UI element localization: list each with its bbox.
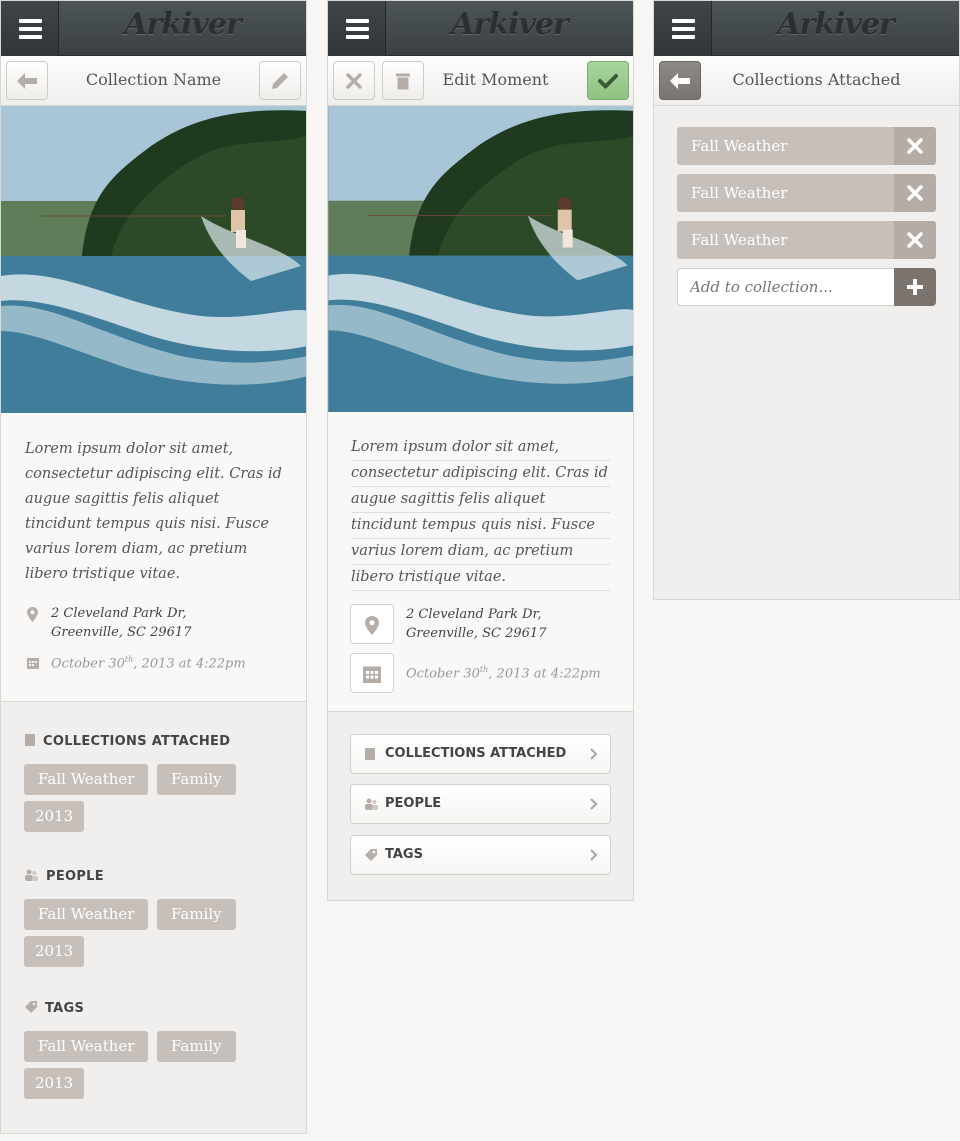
moment-photo [328, 106, 633, 412]
app-logo: Arkiver [124, 7, 242, 42]
add-collection-button[interactable] [894, 268, 936, 306]
date-time: , 2013 at 4:22pm [133, 656, 246, 672]
bookmark-icon [25, 734, 35, 746]
chip-family[interactable]: Family [157, 764, 236, 795]
calendar-icon [363, 666, 381, 683]
location-pin-icon [27, 607, 38, 622]
collections-attached-button[interactable]: COLLECTIONS ATTACHED [350, 734, 611, 774]
people-title: PEOPLE [25, 869, 104, 884]
app-bar: Arkiver [328, 1, 633, 56]
remove-collection-button[interactable] [894, 174, 936, 212]
tags-button[interactable]: TAGS [350, 835, 611, 875]
view-moment-panel: Arkiver Collection Name Lorem ipsum dolo… [0, 0, 307, 1134]
header: Collection Name [1, 56, 306, 106]
collection-item-label: Fall Weather [691, 231, 788, 249]
save-button[interactable] [587, 61, 629, 100]
location: 2 Cleveland Park Dr, Greenville, SC 2961… [25, 604, 285, 642]
description-line: augue sagittis felis aliquet [351, 487, 610, 513]
address-line1: 2 Cleveland Park Dr, [406, 607, 542, 622]
remove-collection-button[interactable] [894, 221, 936, 259]
tag-icon [25, 1001, 37, 1013]
menu-button[interactable] [1, 1, 59, 56]
address-line1: 2 Cleveland Park Dr, [51, 606, 187, 621]
date-time: , 2013 at 4:22pm [488, 666, 601, 682]
add-collection-input[interactable] [678, 269, 888, 305]
chip-fall-weather[interactable]: Fall Weather [24, 1031, 149, 1062]
menu-button[interactable] [328, 1, 386, 56]
chip-fall-weather[interactable]: Fall Weather [24, 899, 149, 930]
location-button[interactable] [350, 604, 394, 644]
attachments-section: COLLECTIONS ATTACHED Fall Weather Family… [1, 701, 306, 1133]
bookmark-icon [365, 748, 375, 760]
collection-item: Fall Weather [677, 127, 936, 165]
app-bar: Arkiver [654, 1, 959, 56]
people-icon [25, 869, 38, 881]
close-icon [907, 232, 923, 248]
tag-icon [365, 849, 377, 861]
app-logo: Arkiver [451, 7, 569, 42]
collections-list: Fall Weather Fall Weather Fall Weather [654, 106, 959, 599]
chip-2013[interactable]: 2013 [24, 936, 85, 967]
page-title: Collections Attached [732, 70, 901, 89]
location: 2 Cleveland Park Dr, Greenville, SC 2961… [406, 605, 546, 643]
chip-fall-weather[interactable]: Fall Weather [24, 764, 149, 795]
app-logo: Arkiver [777, 7, 895, 42]
moment-photo [1, 106, 306, 413]
date-button[interactable] [350, 653, 394, 693]
collections-attached-panel: Arkiver Collections Attached Fall Weathe… [653, 0, 960, 600]
location-pin-icon [365, 616, 379, 635]
address-line2: Greenville, SC 29617 [406, 626, 547, 641]
collection-item-label: Fall Weather [691, 184, 788, 202]
checkmark-icon [598, 73, 618, 88]
date: October 30th, 2013 at 4:22pm [25, 655, 285, 671]
attachments-nav: COLLECTIONS ATTACHED PEOPLE TAGS [328, 711, 633, 900]
add-collection-field [677, 268, 936, 306]
edit-button[interactable] [259, 61, 301, 100]
description-line: Lorem ipsum dolor sit amet, [351, 435, 610, 461]
pencil-icon [272, 72, 288, 89]
menu-button[interactable] [654, 1, 712, 56]
description-line: consectetur adipiscing elit. Cras id [351, 461, 610, 487]
chevron-right-icon [590, 748, 598, 760]
people-icon [365, 798, 378, 810]
tags-title: TAGS [25, 1001, 84, 1016]
chip-family[interactable]: Family [157, 899, 236, 930]
chevron-right-icon [590, 798, 598, 810]
date-text: October 30 [51, 656, 125, 672]
chevron-right-icon [590, 849, 598, 861]
app-bar: Arkiver [1, 1, 306, 56]
header: Collections Attached [654, 56, 959, 106]
chip-2013[interactable]: 2013 [24, 801, 85, 832]
remove-collection-button[interactable] [894, 127, 936, 165]
collections-attached-title: COLLECTIONS ATTACHED [25, 734, 230, 749]
moment-description: Lorem ipsum dolor sit amet, consectetur … [25, 441, 282, 582]
chip-family[interactable]: Family [157, 1031, 236, 1062]
edit-moment-panel: Arkiver Edit Moment Lorem ipsum dolor si… [327, 0, 634, 901]
chip-2013[interactable]: 2013 [24, 1068, 85, 1099]
collection-item-label: Fall Weather [691, 137, 788, 155]
description-line: varius lorem diam, ac pretium [351, 539, 610, 565]
header: Edit Moment [328, 56, 633, 106]
date-text: October 30 [406, 666, 480, 682]
description-editor[interactable]: Lorem ipsum dolor sit amet, consectetur … [328, 412, 633, 591]
plus-icon [907, 279, 923, 295]
description-line: libero tristique vitae. [351, 565, 610, 591]
close-icon [907, 138, 923, 154]
calendar-icon [27, 658, 39, 669]
address-line2: Greenville, SC 29617 [51, 625, 192, 640]
people-button[interactable]: PEOPLE [350, 784, 611, 824]
close-icon [907, 185, 923, 201]
collection-item: Fall Weather [677, 174, 936, 212]
description-line: tincidunt tempus quis nisi. Fusce [351, 513, 610, 539]
collection-item: Fall Weather [677, 221, 936, 259]
date: October 30th, 2013 at 4:22pm [406, 665, 601, 681]
